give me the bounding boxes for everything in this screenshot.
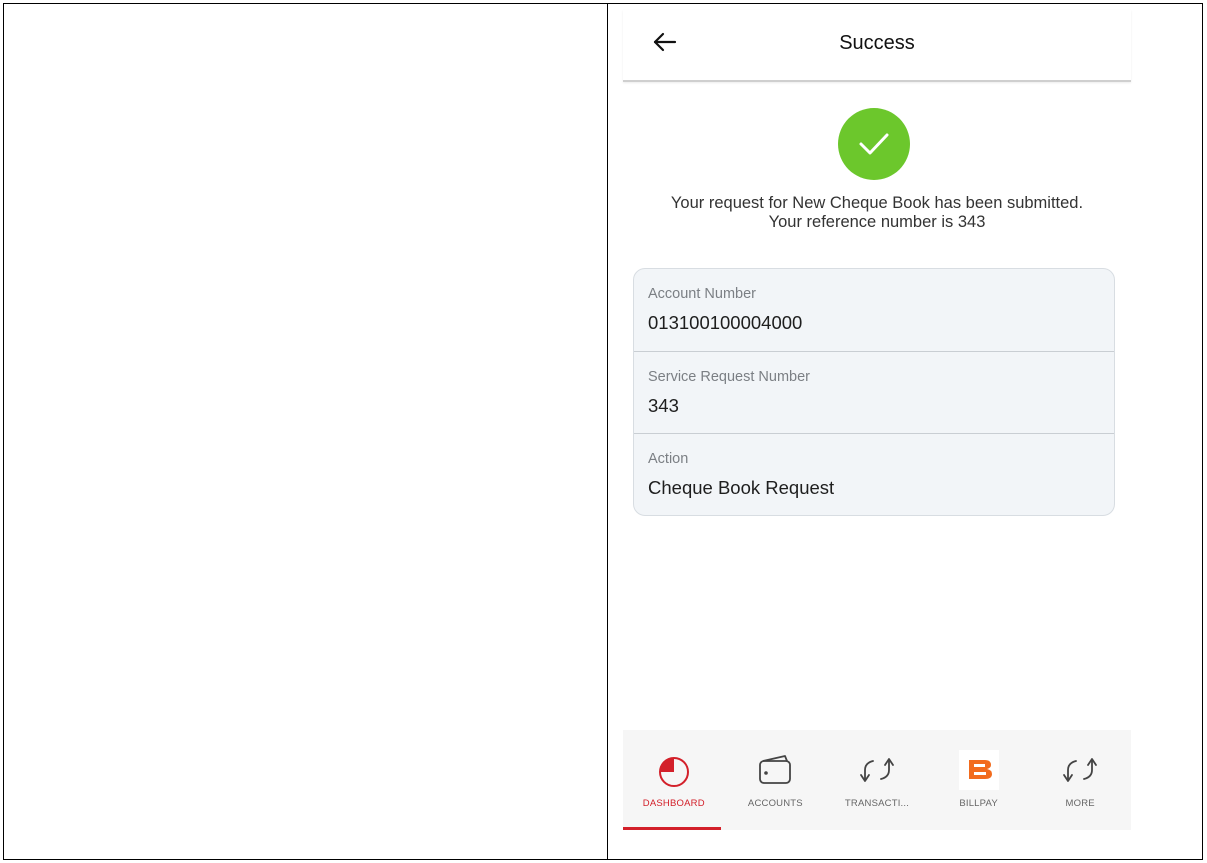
wallet-icon (755, 750, 795, 790)
detail-label: Account Number (648, 286, 756, 302)
bottom-navigation: DASHBOARD ACCOUNTS TRANSACTI... BILLPAY … (623, 730, 1131, 830)
nav-item-accounts[interactable]: ACCOUNTS (725, 730, 827, 830)
detail-label: Action (648, 451, 689, 467)
request-details-card: Account Number 013100100004000 Service R… (633, 268, 1115, 516)
billpay-logo-icon (958, 750, 999, 790)
nav-label: DASHBOARD (642, 798, 705, 809)
nav-item-more[interactable]: MORE (1029, 730, 1131, 830)
nav-label: BILLPAY (959, 798, 998, 809)
nav-label: ACCOUNTS (747, 798, 803, 809)
check-circle-icon (838, 108, 910, 180)
phone-screen: Success Your request for New Cheque Book… (623, 10, 1131, 830)
panel-divider (607, 3, 608, 860)
detail-value: 013100100004000 (648, 312, 803, 333)
detail-value: Cheque Book Request (648, 477, 835, 498)
page-title: Success (839, 32, 915, 54)
detail-row-action: Action Cheque Book Request (634, 434, 1114, 515)
detail-row-service-request-number: Service Request Number 343 (634, 352, 1114, 434)
success-message: Your request for New Cheque Book has bee… (670, 194, 1084, 231)
dashboard-pie-icon (654, 750, 694, 790)
detail-value: 343 (648, 394, 679, 416)
nav-label: MORE (1065, 798, 1095, 809)
detail-row-account-number: Account Number 013100100004000 (634, 269, 1114, 352)
detail-label: Service Request Number (648, 368, 810, 385)
transfer-arrows-icon (1060, 750, 1100, 790)
app-bar: Success (623, 10, 1131, 82)
nav-item-transactions[interactable]: TRANSACTI... (826, 730, 928, 830)
transfer-arrows-icon (857, 750, 897, 790)
nav-item-billpay[interactable]: BILLPAY (928, 730, 1030, 830)
nav-label: TRANSACTI... (844, 798, 910, 809)
nav-item-dashboard[interactable]: DASHBOARD (623, 730, 725, 830)
active-tab-indicator (623, 827, 721, 830)
